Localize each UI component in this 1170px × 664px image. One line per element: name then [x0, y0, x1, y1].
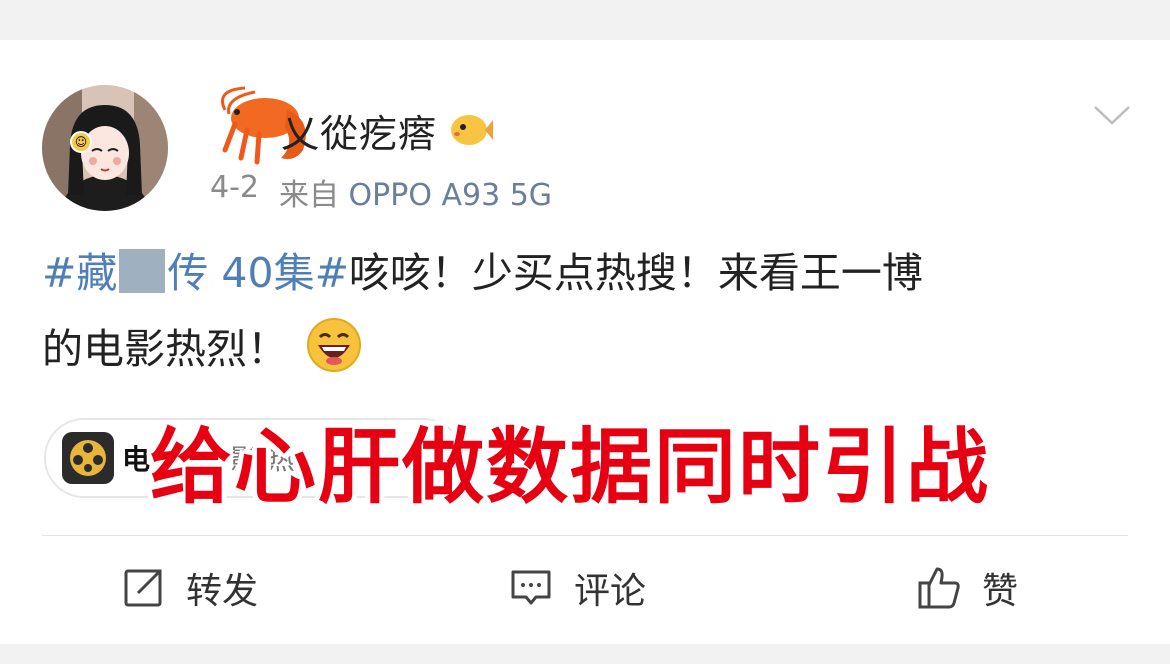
topic-part2: 传 40集# — [167, 249, 349, 297]
avatar[interactable] — [42, 85, 168, 211]
body-line1: 咳咳！少买点热搜！来看王一博 — [348, 249, 923, 297]
thumbs-up-icon — [918, 567, 960, 609]
puffer-fish-icon — [451, 115, 494, 145]
topic-part1: #藏 — [42, 249, 118, 297]
chip-label: 电 — [122, 443, 151, 476]
topic-link[interactable]: #藏 传 40集# — [42, 249, 349, 297]
repost-label: 转发 — [186, 571, 259, 612]
body-line2: 的电影热烈！ — [42, 325, 288, 373]
comment-icon — [511, 570, 551, 605]
post-text: #藏 传 40集#咳咳！少买点热搜！来看王一博 的电影热烈！ — [42, 235, 1132, 387]
post-date: 4-2 — [210, 170, 259, 205]
chevron-down-icon[interactable] — [1092, 102, 1132, 128]
username[interactable]: 乂從疙瘩 — [281, 103, 437, 158]
weibo-post-card: ☺ 乂從疙瘩 4-2 来自 OPPO A93 5G #藏 传 40集#咳咳！少买点… — [0, 40, 1170, 644]
smile-badge-icon: ☺ — [70, 131, 92, 153]
laughing-emoji — [307, 318, 361, 372]
like-button[interactable]: 赞 — [916, 560, 1018, 616]
post-source: 来自 OPPO A93 5G — [279, 170, 552, 214]
comment-button[interactable]: 评论 — [508, 560, 646, 616]
device-name[interactable]: OPPO A93 5G — [349, 178, 553, 213]
repost-icon — [124, 569, 162, 607]
post-meta: 4-2 来自 OPPO A93 5G — [210, 170, 552, 214]
overlay-caption: 给心肝做数据同时引战 — [150, 420, 991, 515]
repost-button[interactable]: 转发 — [120, 560, 258, 616]
film-reel-icon — [62, 432, 114, 484]
username-row[interactable]: 乂從疙瘩 — [205, 86, 494, 165]
like-label: 赞 — [982, 571, 1019, 612]
comment-label: 评论 — [574, 571, 647, 612]
divider — [42, 535, 1128, 536]
source-prefix: 来自 — [279, 178, 339, 213]
censor-block — [119, 249, 166, 293]
